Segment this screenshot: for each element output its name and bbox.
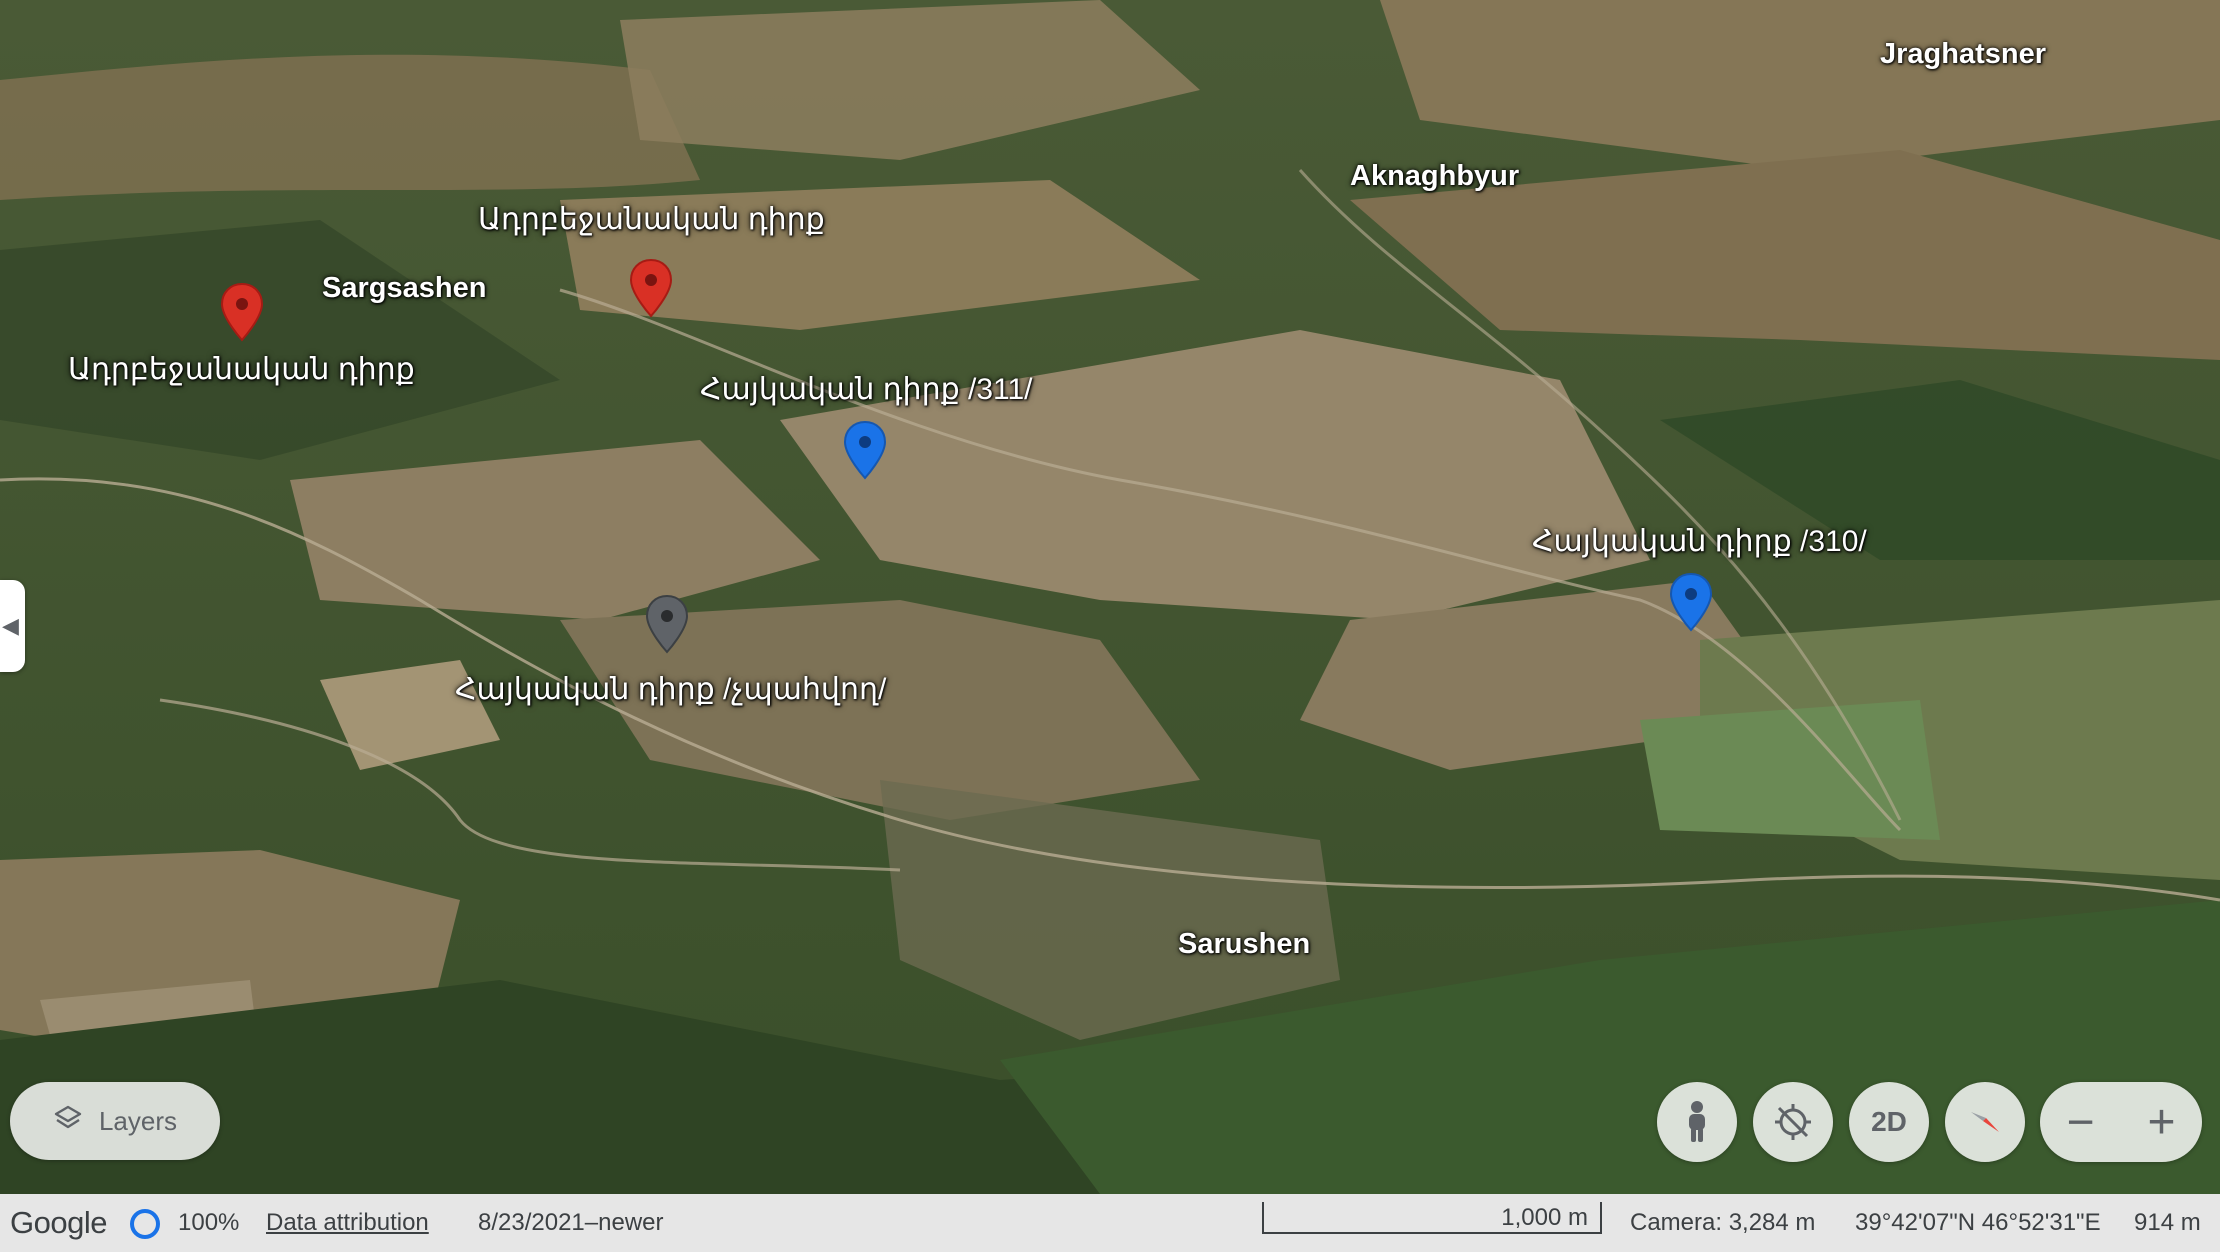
loading-percentage: 100% bbox=[178, 1209, 240, 1236]
elevation-readout: 914 m bbox=[2134, 1209, 2201, 1236]
place-jraghatsner: Jraghatsner bbox=[1880, 38, 2047, 70]
pin-label: Ադրբեջանական դիրք bbox=[68, 353, 415, 386]
place-sarushen: Sarushen bbox=[1178, 928, 1311, 960]
red-pin-icon[interactable] bbox=[628, 258, 674, 320]
layers-label: Layers bbox=[98, 1105, 178, 1136]
layers-icon bbox=[53, 1103, 83, 1140]
location-off-icon bbox=[1775, 1104, 1811, 1140]
scale-bar[interactable]: 1,000 m bbox=[1262, 1202, 1602, 1234]
side-panel-toggle[interactable]: ◀ bbox=[0, 580, 25, 672]
satellite-terrain bbox=[0, 0, 2220, 1194]
view-mode-toggle[interactable]: 2D bbox=[1849, 1082, 1929, 1162]
scale-label: 1,000 m bbox=[1501, 1204, 1588, 1231]
google-logo: Google bbox=[10, 1205, 107, 1240]
loading-indicator-icon bbox=[130, 1209, 160, 1239]
compass-button[interactable] bbox=[1945, 1082, 2025, 1162]
pin-label: Հայկական դիրք /311/ bbox=[700, 373, 1033, 406]
pin-label: Հայկական դիրք /չպահվող/ bbox=[455, 673, 887, 706]
satellite-map-view[interactable]: Jraghatsner Aknaghbyur Sargsashen Sarush… bbox=[0, 0, 2220, 1194]
blue-pin-icon[interactable] bbox=[1668, 572, 1714, 634]
red-pin-icon[interactable] bbox=[219, 282, 265, 344]
pegman-icon bbox=[1689, 1101, 1705, 1142]
pegman-button[interactable] bbox=[1657, 1082, 1737, 1162]
view-mode-label: 2D bbox=[1871, 1106, 1907, 1137]
layers-button[interactable]: Layers bbox=[10, 1082, 220, 1160]
imagery-date: 8/23/2021–newer bbox=[478, 1209, 664, 1236]
compass-icon bbox=[1971, 1112, 1999, 1132]
place-sargsashen: Sargsashen bbox=[322, 272, 487, 304]
zoom-controls: − + bbox=[2040, 1082, 2202, 1162]
status-bar: Google 100% Data attribution 8/23/2021–n… bbox=[0, 1194, 2220, 1252]
camera-altitude: Camera: 3,284 m bbox=[1630, 1209, 1816, 1236]
zoom-in-button[interactable]: + bbox=[2121, 1082, 2202, 1162]
pin-label: Հայկական դիրք /310/ bbox=[1532, 525, 1867, 558]
zoom-out-button[interactable]: − bbox=[2040, 1082, 2121, 1162]
place-aknaghbyur: Aknaghbyur bbox=[1350, 160, 1520, 192]
my-location-button[interactable] bbox=[1753, 1082, 1833, 1162]
blue-pin-icon[interactable] bbox=[842, 420, 888, 482]
chevron-left-icon: ◀ bbox=[2, 613, 19, 638]
coordinates-readout: 39°42'07"N 46°52'31"E bbox=[1855, 1209, 2101, 1236]
pin-label: Ադրբեջանական դիրք bbox=[478, 203, 825, 236]
gray-pin-icon[interactable] bbox=[644, 594, 690, 656]
data-attribution-link[interactable]: Data attribution bbox=[266, 1209, 429, 1237]
